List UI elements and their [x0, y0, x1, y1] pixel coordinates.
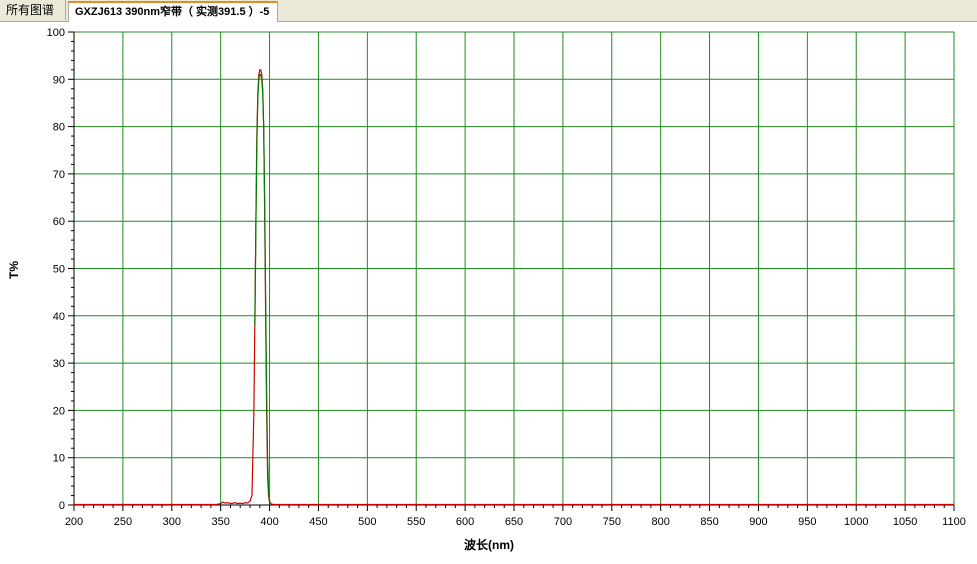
x-axis-title: 波长(nm) [464, 537, 514, 552]
grid-lines [74, 31, 955, 505]
series-line-2 [254, 73, 272, 504]
y-tick-label-90: 90 [53, 74, 65, 86]
y-tick-label-60: 60 [53, 216, 65, 228]
x-tick-label-600: 600 [456, 516, 474, 528]
x-tick-label-700: 700 [554, 516, 572, 528]
x-tick-label-250: 250 [114, 516, 132, 528]
y-tick-label-0: 0 [59, 500, 65, 512]
y-tick-label-20: 20 [53, 405, 65, 417]
tab-all-spectra[interactable]: 所有图谱 [0, 0, 66, 20]
spectrum-chart: 0 10 20 30 40 50 60 70 80 90 100 200 250 300 350 400 450… [7, 27, 966, 552]
x-tick-label-950: 950 [798, 516, 816, 528]
y-tick-label-40: 40 [53, 311, 65, 323]
x-tick-label-800: 800 [651, 516, 669, 528]
x-tick-label-1100: 1100 [942, 516, 966, 528]
tab-current-spectrum[interactable]: GXZJ613 390nm窄带（ 实测391.5 ）-5 [68, 1, 278, 22]
x-tick-label-300: 300 [163, 516, 181, 528]
tab-bar: 所有图谱 GXZJ613 390nm窄带（ 实测391.5 ）-5 [0, 0, 977, 22]
y-tick-label-30: 30 [53, 358, 65, 370]
y-tick-label-70: 70 [53, 169, 65, 181]
y-tick-label-10: 10 [53, 453, 65, 465]
plot-area: 0 10 20 30 40 50 60 70 80 90 100 200 250 300 350 400 450… [0, 22, 977, 564]
x-tick-label-400: 400 [260, 516, 278, 528]
y-tick-label-100: 100 [47, 27, 65, 39]
x-tick-label-500: 500 [358, 516, 376, 528]
x-tick-label-450: 450 [309, 516, 327, 528]
y-tick-label-80: 80 [53, 122, 65, 134]
y-axis-title: T% [7, 261, 21, 279]
x-tick-label-900: 900 [749, 516, 767, 528]
x-tick-label-650: 650 [505, 516, 523, 528]
x-tick-label-1050: 1050 [893, 516, 917, 528]
x-tick-label-350: 350 [211, 516, 229, 528]
y-tick-label-50: 50 [53, 264, 65, 276]
x-tick-label-750: 750 [603, 516, 621, 528]
x-tick-label-850: 850 [700, 516, 718, 528]
axes [68, 31, 955, 511]
tick-labels: 0 10 20 30 40 50 60 70 80 90 100 200 250 300 350 400 450… [47, 27, 966, 528]
x-tick-label-1000: 1000 [844, 516, 868, 528]
x-tick-label-200: 200 [65, 516, 83, 528]
x-tick-label-550: 550 [407, 516, 425, 528]
